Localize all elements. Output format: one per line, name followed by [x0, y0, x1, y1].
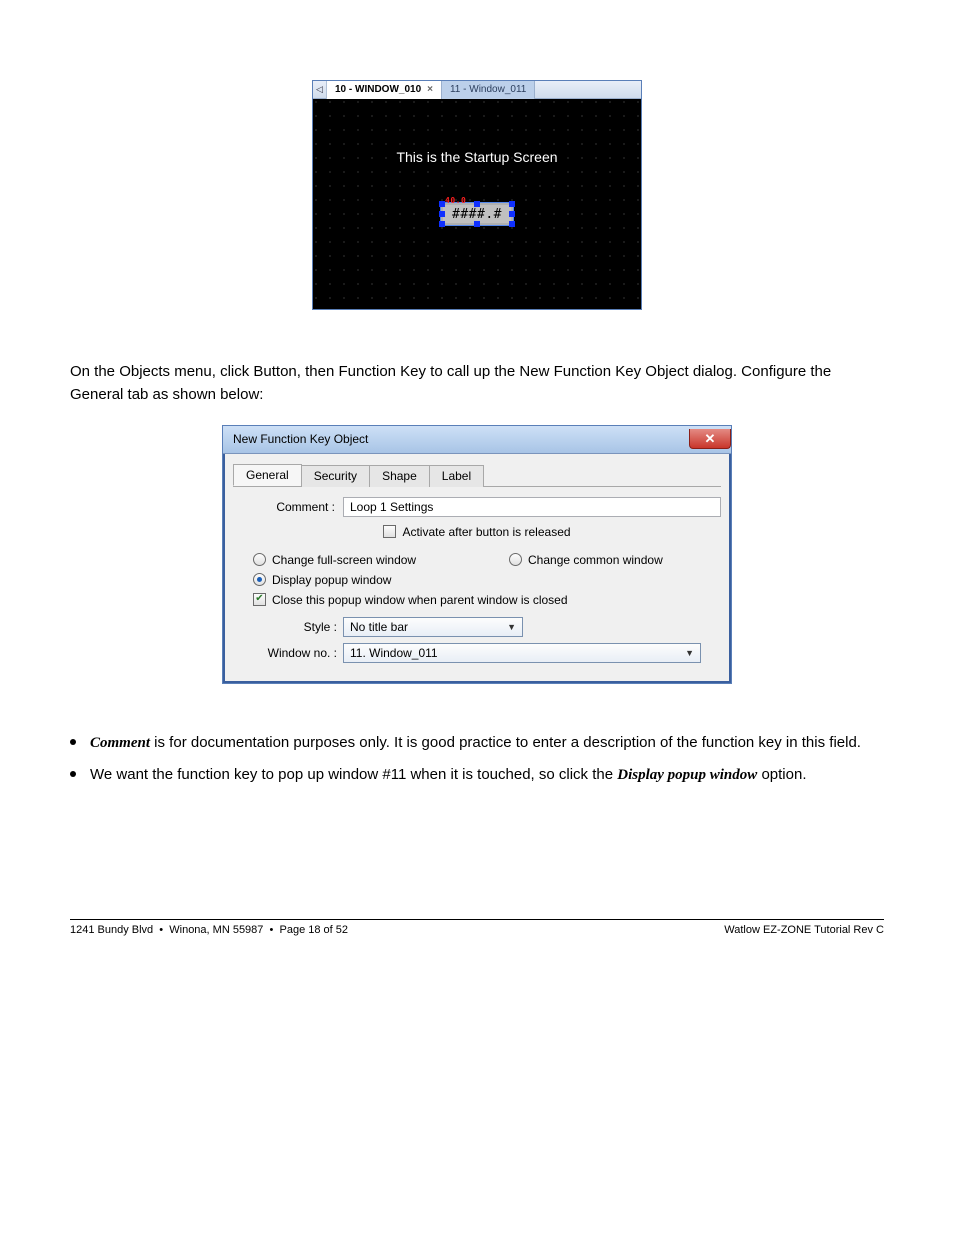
bullet-em: Comment — [90, 735, 150, 751]
close-icon: ✕ — [705, 431, 716, 447]
resize-handle[interactable] — [509, 201, 515, 207]
bullet-em: Display popup window — [617, 767, 757, 783]
opt-closeparent-label: Close this popup window when parent wind… — [272, 593, 568, 607]
footer-pagelbl: Page — [280, 924, 309, 936]
tab-label[interactable]: Label — [429, 465, 484, 487]
numeric-object[interactable]: 40.0 ####.# — [441, 203, 513, 225]
bullet-icon — [70, 771, 76, 777]
resize-handle[interactable] — [439, 201, 445, 207]
resize-handle[interactable] — [509, 221, 515, 227]
function-key-dialog: New Function Key Object ✕ General Securi… — [222, 425, 732, 684]
style-value: No title bar — [350, 620, 408, 634]
opt-popup-label: Display popup window — [272, 573, 391, 587]
comment-input[interactable]: Loop 1 Settings — [343, 497, 721, 517]
style-select[interactable]: No title bar ▼ — [343, 617, 523, 637]
footer-pageof: of 52 — [321, 924, 349, 936]
numeric-note: 40.0 — [445, 196, 466, 205]
editor-tabstrip: ◁ 10 - WINDOW_010 × 11 - Window_011 — [313, 81, 641, 99]
tab-window-010[interactable]: 10 - WINDOW_010 × — [327, 81, 442, 99]
tab-close-icon[interactable]: × — [427, 84, 433, 95]
bullet-text: is for documentation purposes only. It i… — [150, 734, 861, 751]
bullet-icon — [70, 739, 76, 745]
footer-addr: 1241 Bundy Blvd — [70, 924, 153, 936]
instruction-paragraph: On the Objects menu, click Button, then … — [70, 360, 884, 407]
bullet-list: Comment is for documentation purposes on… — [70, 730, 884, 789]
dialog-title: New Function Key Object — [233, 432, 368, 446]
dialog-titlebar: New Function Key Object ✕ — [223, 426, 731, 454]
chevron-down-icon: ▼ — [507, 622, 516, 632]
list-item: Comment is for documentation purposes on… — [70, 730, 884, 757]
resize-handle[interactable] — [439, 221, 445, 227]
tab-general[interactable]: General — [233, 464, 302, 486]
resize-handle[interactable] — [439, 211, 445, 217]
resize-handle[interactable] — [509, 211, 515, 217]
radio-common[interactable] — [509, 553, 522, 566]
windowno-label: Window no. : — [253, 646, 343, 660]
tab-label: 11 - Window_011 — [450, 84, 526, 95]
activate-checkbox[interactable] — [383, 525, 396, 538]
windowno-value: 11. Window_011 — [350, 646, 438, 660]
page-footer: 1241 Bundy Blvd • Winona, MN 55987 • Pag… — [70, 919, 884, 936]
numeric-placeholder: ####.# — [452, 207, 502, 222]
comment-value: Loop 1 Settings — [350, 500, 433, 514]
resize-handle[interactable] — [474, 201, 480, 207]
list-item: We want the function key to pop up windo… — [70, 762, 884, 789]
tab-security[interactable]: Security — [301, 465, 370, 487]
resize-handle[interactable] — [474, 221, 480, 227]
checkbox-closeparent[interactable] — [253, 593, 266, 606]
tab-scroll-left[interactable]: ◁ — [313, 81, 327, 99]
design-canvas[interactable]: This is the Startup Screen 40.0 ####.# — [313, 99, 641, 309]
chevron-down-icon: ▼ — [685, 648, 694, 658]
footer-right: Watlow EZ-ZONE Tutorial Rev C — [724, 924, 884, 936]
close-button[interactable]: ✕ — [689, 429, 731, 449]
opt-fullscreen-label: Change full-screen window — [272, 553, 416, 567]
footer-city: Winona, MN 55987 — [169, 924, 263, 936]
radio-popup[interactable] — [253, 573, 266, 586]
startup-text: This is the Startup Screen — [313, 149, 641, 165]
opt-common-label: Change common window — [528, 553, 663, 567]
dialog-tabstrip: General Security Shape Label — [233, 464, 721, 487]
footer-left: 1241 Bundy Blvd • Winona, MN 55987 • Pag… — [70, 924, 348, 936]
editor-screenshot: ◁ 10 - WINDOW_010 × 11 - Window_011 This… — [312, 80, 642, 310]
bullet-text: option. — [757, 766, 806, 783]
windowno-select[interactable]: 11. Window_011 ▼ — [343, 643, 701, 663]
tab-window-011[interactable]: 11 - Window_011 — [442, 81, 535, 99]
tab-label: 10 - WINDOW_010 — [335, 84, 421, 95]
radio-fullscreen[interactable] — [253, 553, 266, 566]
bullet-text: We want the function key to pop up windo… — [90, 766, 617, 783]
comment-label: Comment : — [233, 500, 343, 514]
footer-pageno: 18 — [308, 924, 320, 936]
activate-label: Activate after button is released — [402, 525, 570, 539]
tab-shape[interactable]: Shape — [369, 465, 430, 487]
style-label: Style : — [253, 620, 343, 634]
